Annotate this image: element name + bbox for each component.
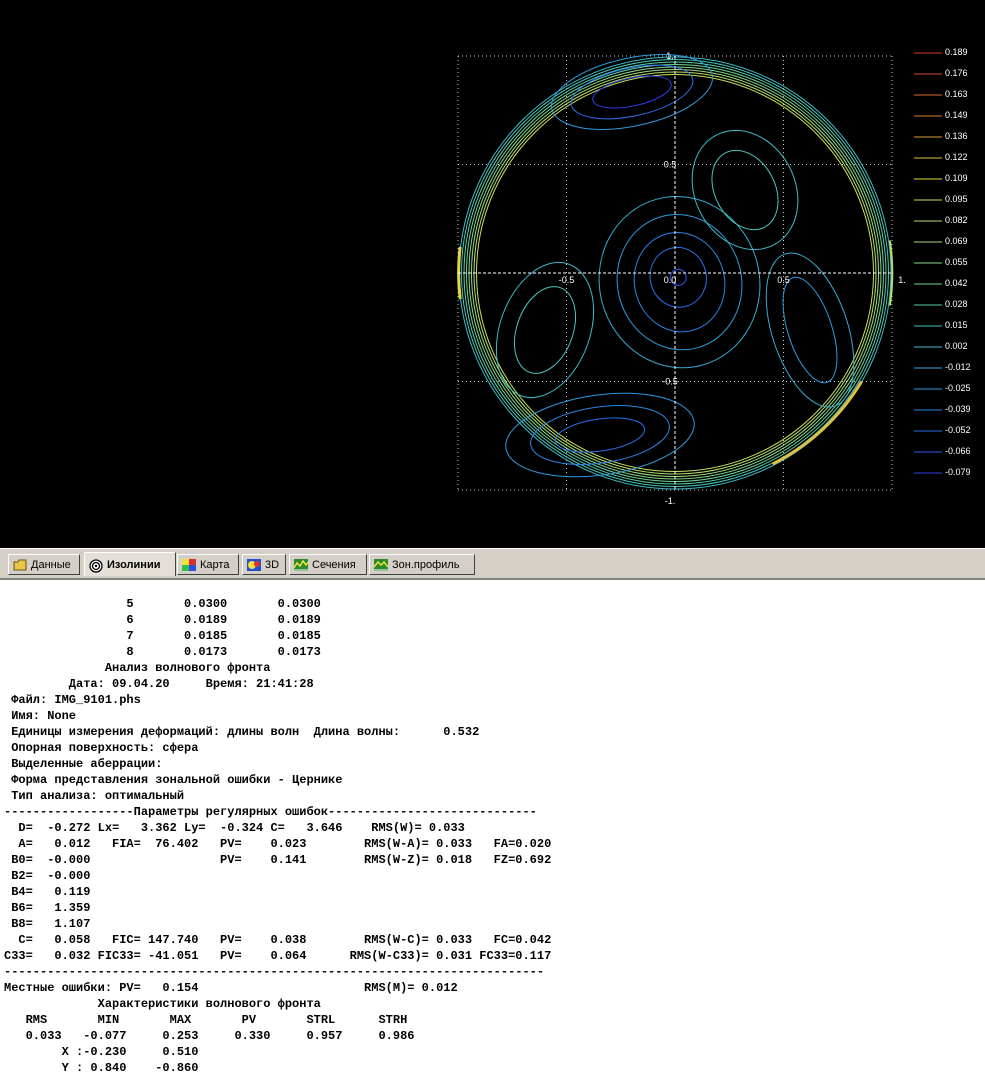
target-icon (89, 558, 103, 573)
analysis-report[interactable]: 5 0.0300 0.0300 6 0.0189 0.0189 7 0.0185… (0, 578, 985, 1083)
contour-line (598, 196, 761, 369)
contour-line (616, 214, 743, 351)
report-line: RMS MIN MAX PV STRL STRH (4, 1013, 408, 1027)
contour-line (554, 417, 646, 453)
report-line: B4= 0.119 (4, 885, 91, 899)
tab-map[interactable]: Карта (177, 554, 239, 575)
legend-label: 0.002 (945, 341, 968, 351)
tab-zonal-profile-label: Зон.профиль (392, 558, 460, 571)
contour-line (514, 286, 576, 374)
legend-label: 0.015 (945, 320, 968, 330)
report-line: B6= 1.359 (4, 901, 91, 915)
legend-label: -0.025 (945, 383, 971, 393)
legend-label: 0.028 (945, 299, 968, 309)
report-line: Имя: None (4, 709, 77, 723)
contour-line (633, 231, 726, 333)
tab-3d[interactable]: 3D (242, 554, 286, 575)
report-line: ----------------------------------------… (4, 965, 545, 979)
tab-isolines-label: Изолинии (107, 558, 161, 571)
report-line: Местные ошибки: PV= 0.154 RMS(M)= 0.012 (4, 981, 458, 995)
tab-map-label: Карта (200, 558, 230, 571)
y-tick-label: 1. (666, 51, 674, 61)
tab-isolines[interactable]: Изолинии (84, 552, 176, 576)
contour-line (691, 129, 799, 251)
report-line: 5 0.0300 0.0300 (4, 597, 321, 611)
legend-label: 0.055 (945, 257, 968, 267)
tab-sections-label: Сечения (312, 558, 356, 571)
report-line: 8 0.0173 0.0173 (4, 645, 321, 659)
report-line: Опорная поверхность: сфера (4, 741, 199, 755)
report-line: Y : 0.840 -0.860 (4, 1061, 199, 1075)
legend-label: 0.042 (945, 278, 968, 288)
report-line: 0.033 -0.077 0.253 0.330 0.957 0.986 (4, 1029, 415, 1043)
legend-label: 0.122 (945, 152, 968, 162)
y-tick-label: -0.5 (662, 377, 678, 387)
x-tick-label: -0.5 (559, 275, 575, 285)
report-line: B2= -0.000 (4, 869, 91, 883)
report-line: C= 0.058 FIC= 147.740 PV= 0.038 RMS(W-C)… (4, 933, 552, 947)
report-line: A= 0.012 FIA= 76.402 PV= 0.023 RMS(W-A)=… (4, 837, 552, 851)
legend-label: -0.079 (945, 467, 971, 477)
report-line: Единицы измерения деформаций: длины волн… (4, 725, 480, 739)
report-line: ------------------Параметры регулярных о… (4, 805, 537, 819)
contour-line (530, 405, 670, 465)
tab-zonal-profile[interactable]: Зон.профиль (369, 554, 475, 575)
y-tick-label: 0.0 (664, 275, 677, 285)
tab-3d-label: 3D (265, 558, 280, 571)
report-line: B0= -0.000 PV= 0.141 RMS(W-Z)= 0.018 FZ=… (4, 853, 552, 867)
3d-icon (247, 558, 261, 571)
report-line: Выделенные аберрации: (4, 757, 163, 771)
tab-data[interactable]: Данные (8, 554, 80, 575)
report-line: 7 0.0185 0.0185 (4, 629, 321, 643)
legend-label: -0.066 (945, 446, 971, 456)
report-line: Дата: 09.04.20 Время: 21:41:28 (4, 677, 314, 691)
y-tick-label: -1. (665, 496, 676, 506)
tab-bar: Данные Изолинии Карта 3D Сечения Зон.про… (0, 552, 985, 578)
x-tick-label: 1. (898, 275, 906, 285)
color-map-icon (182, 558, 196, 571)
legend-label: -0.039 (945, 404, 971, 414)
y-tick-label: 0.5 (664, 160, 677, 170)
tab-data-label: Данные (31, 558, 71, 571)
legend-label: 0.136 (945, 131, 968, 141)
report-line: 6 0.0189 0.0189 (4, 613, 321, 627)
contour-plot: 1. 0.5 0.0 -0.5 -1. -0.5 0.5 1. 0.189 0.176 0.163… (457, 47, 971, 506)
report-line: Характеристики волнового фронта (4, 997, 321, 1011)
folder-icon (13, 559, 27, 571)
legend-label: 0.109 (945, 173, 968, 183)
legend-label: 0.095 (945, 194, 968, 204)
report-line: D= -0.272 Lx= 3.362 Ly= -0.324 C= 3.646 … (4, 821, 465, 835)
report-line: B8= 1.107 (4, 917, 91, 931)
report-line: Тип анализа: оптимальный (4, 789, 185, 803)
sections-icon (293, 558, 309, 571)
report-text: 5 0.0300 0.0300 6 0.0189 0.0189 7 0.0185… (0, 580, 985, 1076)
legend-label: 0.163 (945, 89, 968, 99)
report-line: C33= 0.032 FIC33= -41.051 PV= 0.064 RMS(… (4, 949, 552, 963)
legend-label: 0.069 (945, 236, 968, 246)
tab-sections[interactable]: Сечения (289, 554, 367, 575)
legend-label: -0.052 (945, 425, 971, 435)
legend-label: 0.149 (945, 110, 968, 120)
zonal-profile-icon (373, 558, 389, 571)
report-line: Форма представления зональной ошибки - Ц… (4, 773, 343, 787)
legend-label: 0.189 (945, 47, 968, 57)
x-tick-label: 0.5 (777, 275, 790, 285)
contour-line (711, 149, 779, 231)
legend-label: 0.176 (945, 68, 968, 78)
contour-plot-panel: 1. 0.5 0.0 -0.5 -1. -0.5 0.5 1. 0.189 0.176 0.163… (0, 0, 985, 548)
report-line: Файл: IMG_9101.phs (4, 693, 141, 707)
report-line: Анализ волнового фронта (4, 661, 271, 675)
report-line: X :-0.230 0.510 (4, 1045, 199, 1059)
legend-label: -0.012 (945, 362, 971, 372)
legend-label: 0.082 (945, 215, 968, 225)
contour-line (649, 246, 707, 308)
